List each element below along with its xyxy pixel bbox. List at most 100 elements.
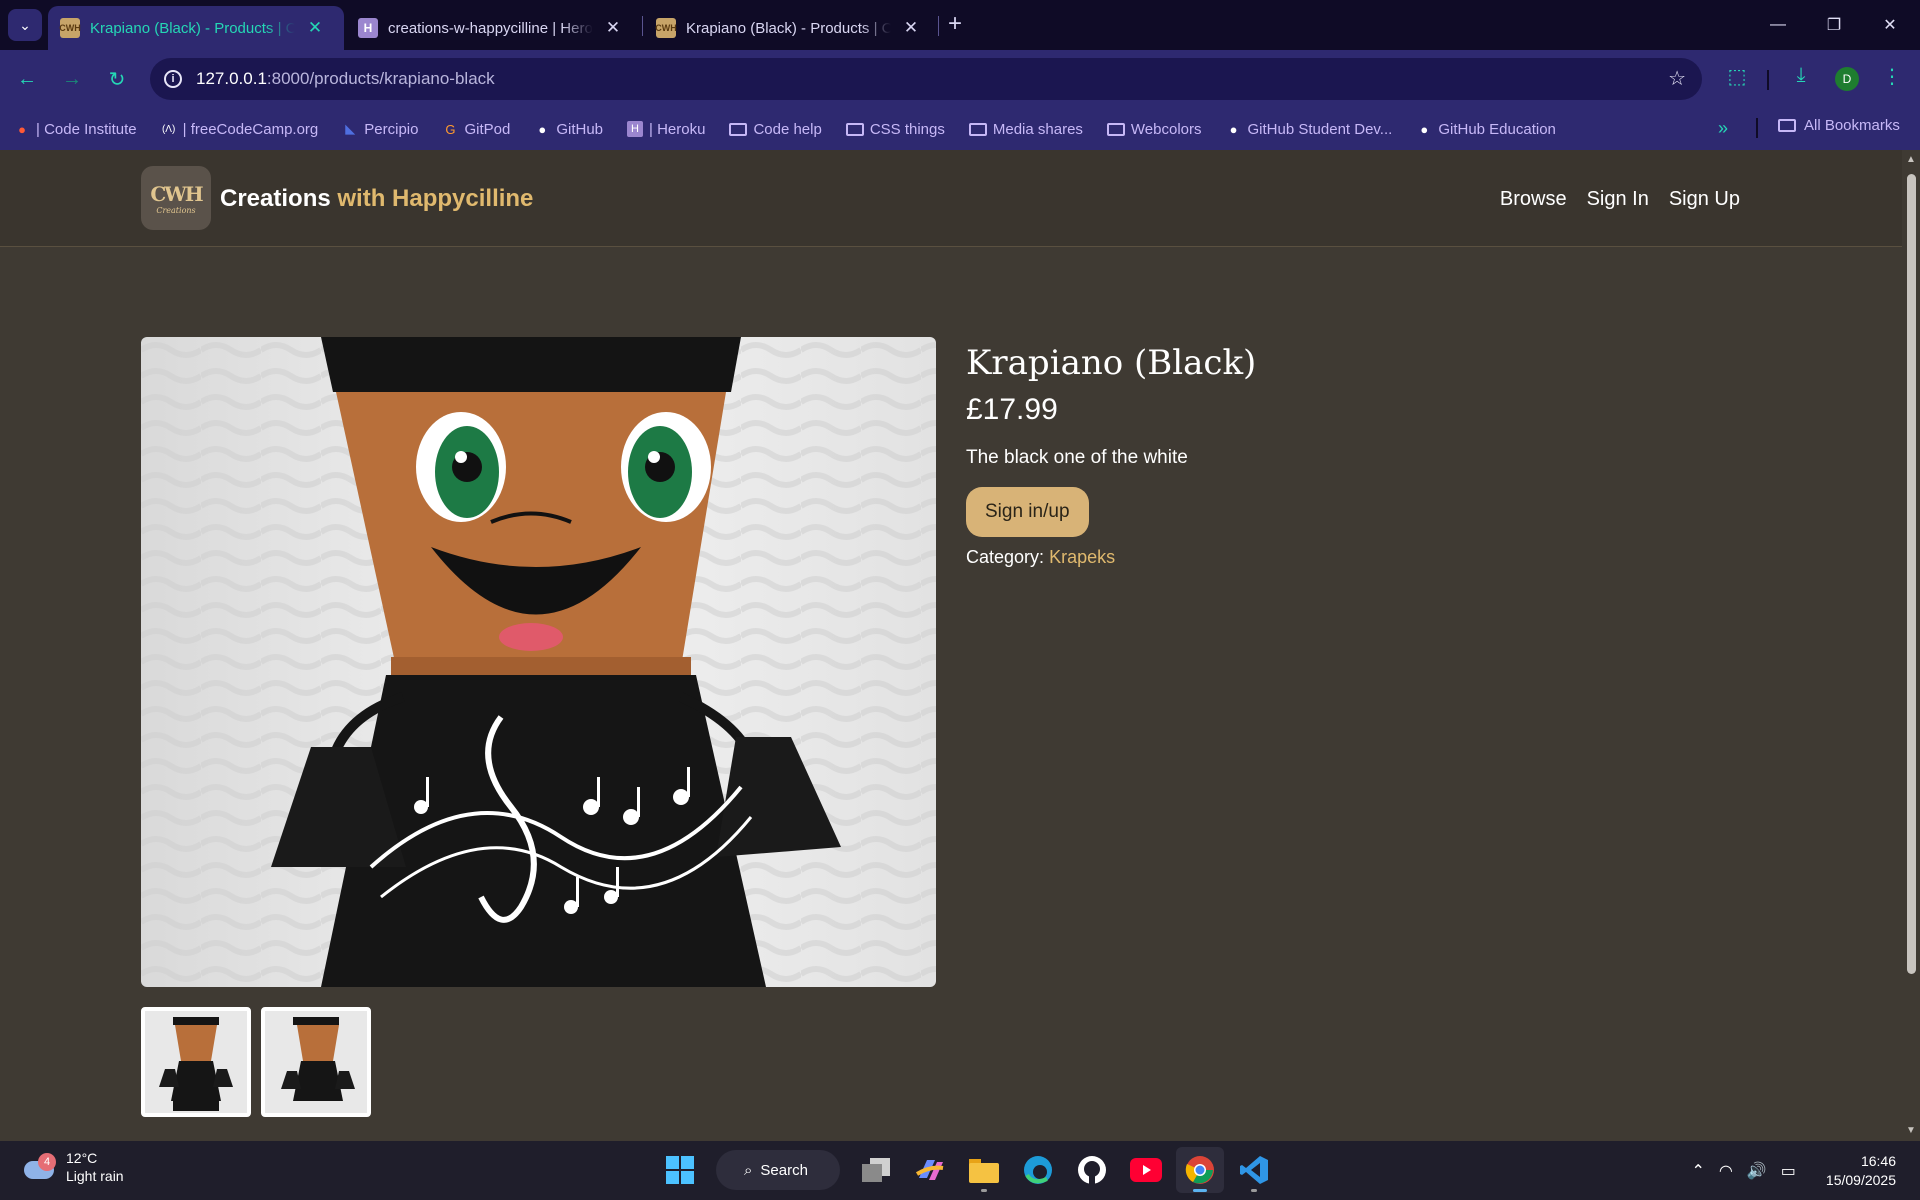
close-window-icon[interactable]: ✕ [1862, 0, 1918, 50]
reload-icon[interactable]: ↻ [102, 64, 132, 94]
download-icon[interactable]: ⤓ [1786, 64, 1816, 87]
site-nav: Browse Sign In Sign Up [1500, 188, 1740, 211]
bookmark-percipio[interactable]: ◣ Percipio [342, 121, 418, 138]
weather-condition: Light rain [66, 1168, 124, 1184]
folder-icon [968, 122, 987, 136]
file-explorer-app[interactable] [960, 1147, 1008, 1193]
cwh-favicon-icon: CWH [655, 18, 677, 38]
tab-title: Krapiano (Black) - Products | Creations … [90, 19, 295, 37]
folder-icon [1106, 122, 1125, 136]
github-desktop-app[interactable] [1068, 1147, 1116, 1193]
sign-in-up-button[interactable]: Sign in/up [966, 487, 1089, 537]
edge-icon [1024, 1156, 1052, 1184]
bookmark-folder-webcolors[interactable]: Webcolors [1106, 121, 1202, 138]
close-icon[interactable]: ✕ [901, 18, 921, 38]
bookmark-star-icon[interactable]: ☆ [1668, 66, 1686, 91]
url-text[interactable]: 127.0.0.1:8000/products/krapiano-black [196, 69, 495, 89]
folder-icon [845, 122, 864, 136]
github-icon: ● [538, 121, 547, 137]
windows-taskbar: 4 12°C Light rain ⌕ Search ⌃ ◠ 🔊 ▭ 16:46… [0, 1141, 1920, 1200]
vscode-app[interactable] [1230, 1147, 1278, 1193]
category-link[interactable]: Krapeks [1049, 547, 1115, 567]
speaker-icon[interactable]: 🔊 [1747, 1161, 1767, 1181]
tab-krapiano-black-2[interactable]: CWH Krapiano (Black) - Products | Creati… [644, 6, 940, 50]
bookmarks-separator [1756, 118, 1758, 138]
profile-avatar[interactable]: D [1835, 67, 1859, 91]
chevron-up-icon[interactable]: ⌃ [1692, 1161, 1705, 1181]
thumbnail-image [265, 1011, 367, 1113]
bookmark-label: GitPod [464, 120, 511, 138]
site-brand[interactable]: Creations with Happycilline [220, 185, 533, 213]
freecodecamp-icon: (Λ) [161, 123, 176, 135]
url-host: 127.0.0.1 [196, 69, 267, 88]
close-icon[interactable]: ✕ [603, 18, 623, 38]
scrollbar-thumb[interactable] [1907, 174, 1916, 974]
bookmark-code-institute[interactable]: ● | Code Institute [14, 121, 137, 138]
minimize-icon[interactable]: — [1750, 0, 1806, 50]
nav-sign-up-link[interactable]: Sign Up [1669, 188, 1740, 211]
all-bookmarks-button[interactable]: All Bookmarks [1778, 117, 1900, 134]
search-label: Search [760, 1161, 808, 1179]
site-info-icon[interactable]: i [164, 70, 182, 88]
copilot-app[interactable] [906, 1147, 954, 1193]
tab-search-button[interactable]: ⌄ [8, 9, 42, 41]
bookmark-freecodecamp[interactable]: (Λ) | freeCodeCamp.org [161, 121, 318, 138]
task-view-button[interactable] [852, 1147, 900, 1193]
scroll-down-icon[interactable]: ▼ [1906, 1125, 1916, 1136]
github-icon: ● [1229, 121, 1238, 137]
clock[interactable]: 16:46 15/09/2025 [1826, 1152, 1896, 1190]
bookmark-github[interactable]: ● GitHub [534, 121, 603, 138]
clock-date: 15/09/2025 [1825, 1171, 1896, 1188]
product-thumbnail-2[interactable] [261, 1007, 371, 1117]
product-gallery [141, 337, 936, 1117]
scroll-up-icon[interactable]: ▲ [1906, 154, 1916, 165]
start-button[interactable] [656, 1147, 704, 1193]
rain-cloud-icon: 4 [24, 1153, 56, 1181]
youtube-app[interactable] [1122, 1147, 1170, 1193]
search-icon: ⌕ [744, 1161, 753, 1179]
extensions-puzzle-icon[interactable]: ⬚ [1722, 64, 1752, 89]
cwh-favicon-icon: CWH [59, 18, 81, 38]
heroku-icon: H [627, 121, 644, 137]
bookmark-github-education[interactable]: ● GitHub Education [1416, 121, 1556, 138]
page-viewport: CWH Creations Creations with Happycillin… [0, 150, 1902, 1141]
restore-icon[interactable]: ❐ [1806, 0, 1862, 50]
bookmark-folder-css-things[interactable]: CSS things [845, 121, 945, 138]
tab-heroku[interactable]: H creations-w-happycilline | Heroku ✕ [346, 6, 642, 50]
address-bar[interactable]: i 127.0.0.1:8000/products/krapiano-black… [150, 58, 1702, 100]
bookmark-label: Media shares [992, 120, 1083, 138]
bookmark-label: | Code Institute [36, 120, 137, 138]
battery-icon[interactable]: ▭ [1781, 1161, 1796, 1181]
site-logo[interactable]: CWH Creations [141, 166, 211, 230]
weather-widget[interactable]: 4 12°C Light rain [24, 1149, 124, 1185]
bookmark-label: Percipio [364, 120, 419, 138]
bookmark-label: GitHub Education [1438, 120, 1556, 138]
page-scrollbar[interactable]: ▲ ▼ [1902, 150, 1920, 1141]
tab-krapiano-black[interactable]: CWH Krapiano (Black) - Products | Creati… [48, 6, 344, 50]
nav-browse-link[interactable]: Browse [1500, 188, 1567, 211]
temperature: 12°C [66, 1150, 98, 1166]
taskbar-search[interactable]: ⌕ Search [716, 1150, 840, 1190]
edge-app[interactable] [1014, 1147, 1062, 1193]
thumbnail-image [145, 1011, 247, 1113]
clay-pot-figure-image [141, 337, 936, 987]
percipio-icon: ◣ [345, 121, 356, 136]
kebab-menu-icon[interactable]: ⋮ [1877, 64, 1907, 89]
nav-sign-in-link[interactable]: Sign In [1587, 188, 1649, 211]
bookmark-gitpod[interactable]: G GitPod [442, 121, 510, 138]
bookmark-folder-code-help[interactable]: Code help [729, 121, 822, 138]
product-thumbnail-1[interactable] [141, 1007, 251, 1117]
all-bookmarks-label: All Bookmarks [1804, 117, 1900, 134]
bookmark-folder-media-shares[interactable]: Media shares [968, 120, 1083, 138]
product-main-image[interactable] [141, 337, 936, 987]
bookmark-github-student[interactable]: ● GitHub Student Dev... [1226, 121, 1393, 138]
wifi-icon[interactable]: ◠ [1719, 1161, 1733, 1181]
back-arrow-icon[interactable]: ← [12, 64, 42, 94]
bookmark-heroku[interactable]: H | Heroku [627, 121, 705, 138]
tab-title: creations-w-happycilline | Heroku [388, 19, 593, 37]
chrome-app[interactable] [1176, 1147, 1224, 1193]
more-bookmarks-icon[interactable]: » [1718, 118, 1728, 139]
forward-arrow-icon[interactable]: → [57, 64, 87, 94]
close-icon[interactable]: ✕ [305, 18, 325, 38]
new-tab-plus-icon[interactable]: + [948, 12, 962, 36]
